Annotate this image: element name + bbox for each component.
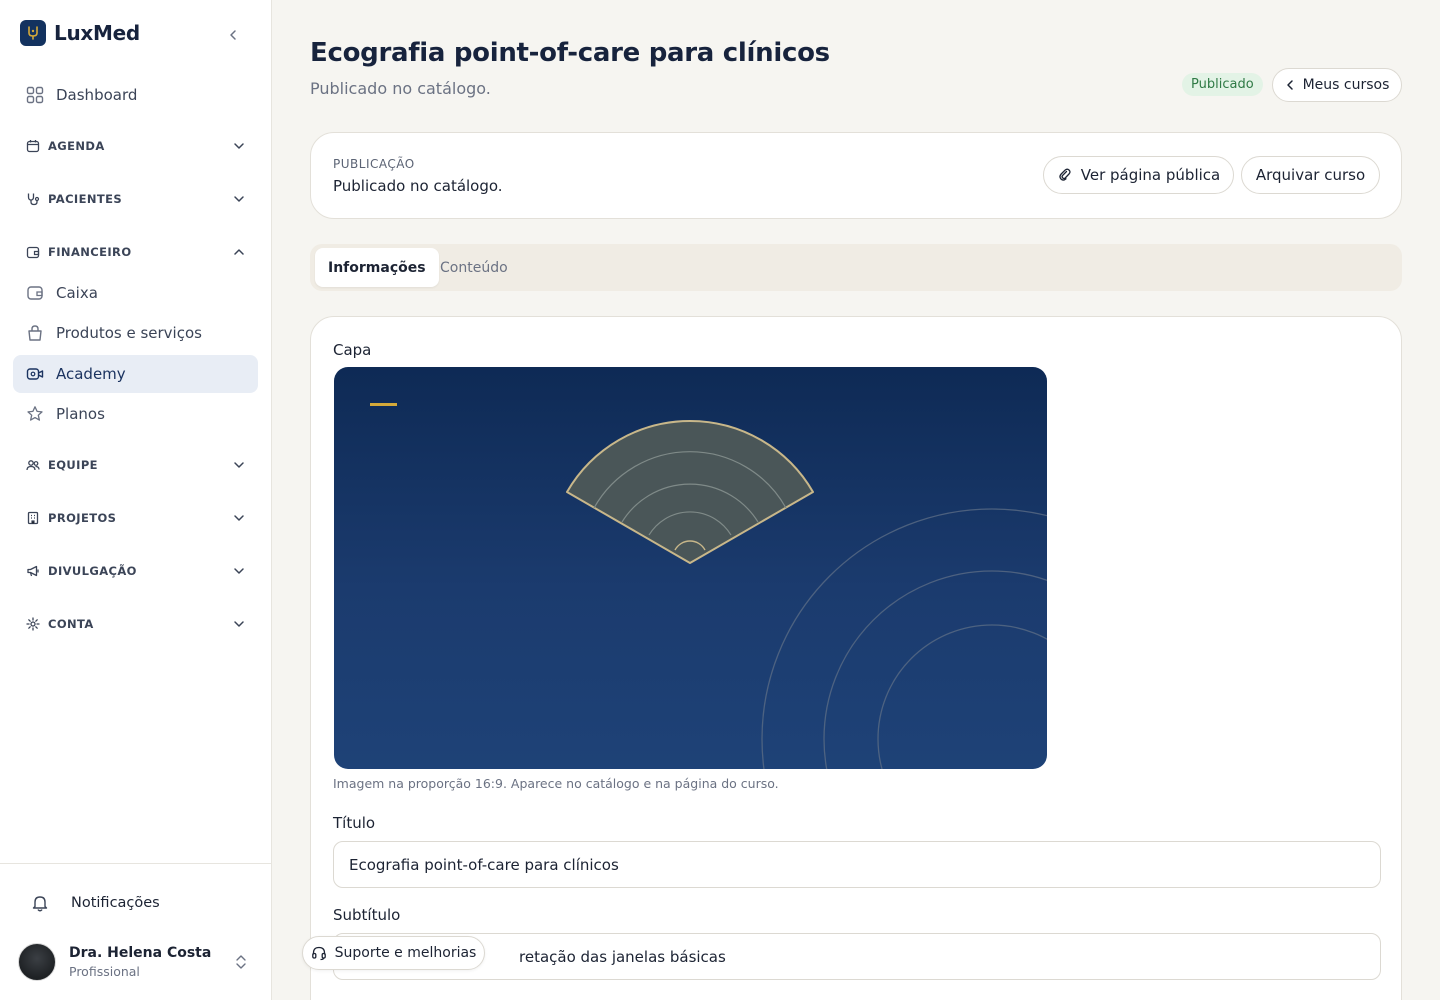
building-icon [25,510,41,526]
tab-bar: Informações Conteúdo [310,244,1402,291]
cover-image[interactable] [334,367,1047,769]
course-info-form: Capa Imagem na proporção 16:9. Aparece n… [310,316,1402,1000]
chevron-down-icon [234,621,244,627]
cover-artwork [370,403,1047,769]
chevron-left-icon [1286,80,1293,90]
notifications-button[interactable]: Notificações [30,893,160,913]
my-courses-button[interactable]: Meus cursos [1272,68,1402,102]
sidebar-item-caixa[interactable]: Caixa [13,274,258,312]
sidebar-group-agenda[interactable]: AGENDA [13,131,258,161]
chevron-down-icon [234,462,244,468]
sidebar-item-label: Produtos e serviços [56,324,202,342]
headset-icon [311,946,326,961]
megaphone-icon [25,563,41,579]
stethoscope-icon [25,191,41,207]
status-badge: Publicado [1182,73,1263,96]
chevron-down-icon [234,143,244,149]
subtitle-label: Subtítulo [333,906,401,924]
gear-icon [25,616,41,632]
sidebar-group-projetos[interactable]: PROJETOS [13,503,258,533]
grid-icon [25,85,45,105]
sidebar-group-financeiro[interactable]: FINANCEIRO [13,237,258,267]
sidebar-group-equipe[interactable]: EQUIPE [13,450,258,480]
archive-course-label: Arquivar curso [1255,166,1366,184]
bag-icon [25,323,45,343]
chevron-up-down-icon [236,955,246,969]
sidebar-item-label: Caixa [56,284,98,302]
chevron-up-icon [234,249,244,255]
sidebar-group-label: PROJETOS [48,511,117,525]
view-public-page-button[interactable]: Ver página pública [1043,156,1234,194]
title-label: Título [333,814,376,832]
wallet-icon [25,283,45,303]
brand[interactable]: LuxMed [20,20,140,46]
tab-conteudo[interactable]: Conteúdo [427,248,521,287]
tab-informacoes[interactable]: Informações [315,248,439,287]
sidebar-group-label: AGENDA [48,139,105,153]
user-menu[interactable]: Dra. Helena Costa Profissional [18,942,258,982]
chevron-left-icon [230,30,236,40]
sidebar: LuxMed Dashboard AGENDA PACIENTES FINANC… [0,0,272,1000]
sidebar-group-conta[interactable]: CONTA [13,609,258,639]
cover-hint: Imagem na proporção 16:9. Aparece no cat… [333,776,779,791]
collapse-sidebar-button[interactable] [222,24,244,46]
chevron-down-icon [234,196,244,202]
sidebar-item-academy[interactable]: Academy [13,355,258,393]
sidebar-footer: Notificações Dra. Helena Costa Profissio… [0,863,271,1000]
archive-course-button[interactable]: Arquivar curso [1241,156,1380,194]
logo-icon [20,20,46,46]
user-role: Profissional [69,964,140,979]
publication-status-text: Publicado no catálogo. [333,177,503,195]
support-button[interactable]: Suporte e melhorias [302,936,485,970]
users-icon [25,457,41,473]
notifications-label: Notificações [71,895,160,911]
wallet-icon [25,244,41,260]
page-title: Ecografia point-of-care para clínicos [310,38,830,68]
calendar-icon [25,138,41,154]
sidebar-group-label: FINANCEIRO [48,245,132,259]
page-subtitle: Publicado no catálogo. [310,79,491,98]
support-label: Suporte e melhorias [334,945,477,961]
publication-card: PUBLICAÇÃO Publicado no catálogo. Ver pá… [310,132,1402,219]
user-name: Dra. Helena Costa [69,945,212,961]
video-icon [25,364,45,384]
sidebar-group-divulgacao[interactable]: DIVULGAÇÃO [13,556,258,586]
publication-kicker: PUBLICAÇÃO [333,157,415,171]
my-courses-label: Meus cursos [1302,77,1390,93]
bell-icon [32,896,48,912]
view-public-page-label: Ver página pública [1080,166,1221,184]
sidebar-item-label: Dashboard [56,86,138,104]
avatar [18,943,56,981]
star-icon [25,404,45,424]
cover-label: Capa [333,341,372,359]
link-icon [1059,168,1071,181]
sidebar-item-dashboard[interactable]: Dashboard [13,76,258,114]
sidebar-group-label: PACIENTES [48,192,123,206]
sidebar-group-pacientes[interactable]: PACIENTES [13,184,258,214]
chevron-down-icon [234,568,244,574]
sidebar-group-label: CONTA [48,617,94,631]
sidebar-group-label: DIVULGAÇÃO [48,564,137,578]
chevron-down-icon [234,515,244,521]
sidebar-item-produtos[interactable]: Produtos e serviços [13,314,258,352]
app-name: LuxMed [54,21,140,45]
sidebar-item-planos[interactable]: Planos [13,395,258,433]
sidebar-item-label: Academy [56,365,126,383]
sidebar-item-label: Planos [56,405,105,423]
subtitle-input[interactable] [333,933,1381,980]
title-input[interactable] [333,841,1381,888]
sidebar-group-label: EQUIPE [48,458,98,472]
